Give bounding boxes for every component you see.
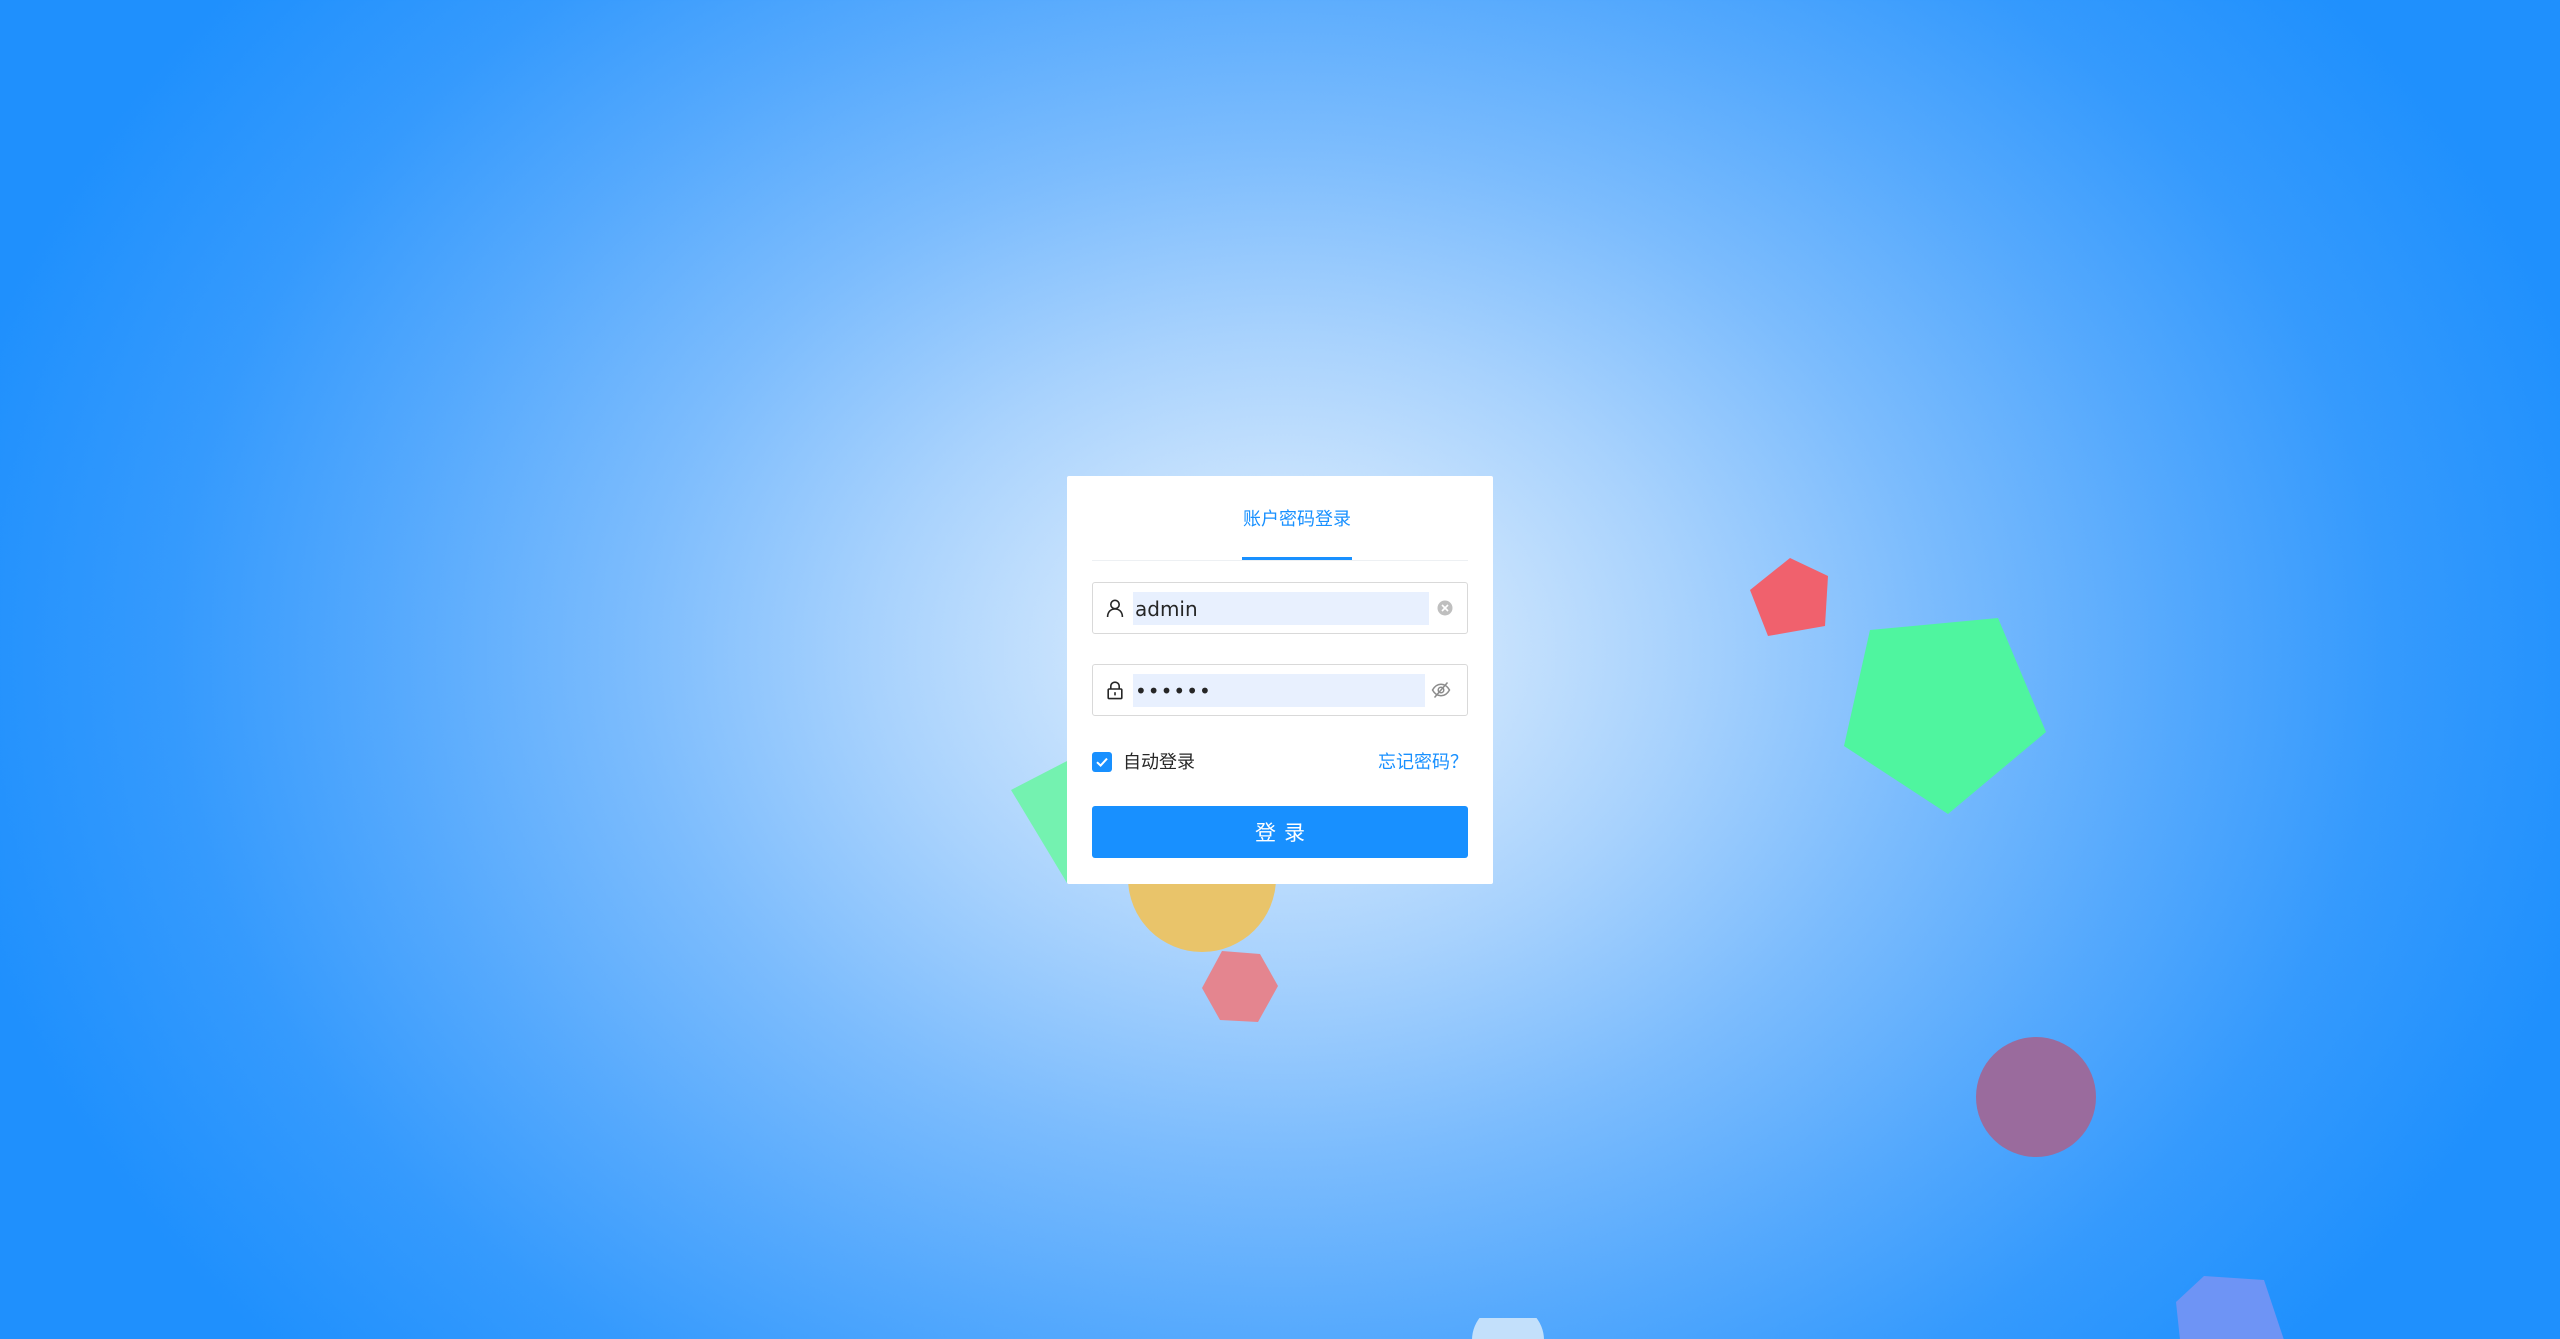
blue-pentagon-shape — [2176, 1276, 2284, 1339]
auto-login-checkbox[interactable] — [1092, 752, 1112, 772]
login-page: { "theme": { "accent": "#1890ff", "input… — [0, 0, 2560, 1339]
pink-hexagon-shape — [1202, 951, 1278, 1022]
eye-invisible-icon[interactable] — [1431, 680, 1451, 700]
password-input[interactable] — [1133, 674, 1425, 707]
clear-circle-icon[interactable] — [1435, 598, 1455, 618]
tab-account-password[interactable]: 账户密码登录 — [1242, 476, 1352, 560]
tab-account-password-label: 账户密码登录 — [1243, 508, 1351, 530]
check-icon — [1096, 757, 1108, 768]
purple-circle-shape — [1976, 1037, 2096, 1157]
red-pentagon-shape — [1750, 558, 1828, 636]
auto-login-label[interactable]: 自动登录 — [1123, 751, 1195, 775]
login-button[interactable]: 登录 — [1092, 806, 1468, 858]
login-tabs: 账户密码登录 — [1092, 476, 1468, 561]
light-circle-shape — [1472, 1318, 1544, 1339]
password-field — [1092, 664, 1468, 716]
login-options: 自动登录 忘记密码？ — [1092, 749, 1468, 777]
login-card: 账户密码登录 自 — [1067, 476, 1493, 884]
lock-icon — [1107, 681, 1123, 700]
username-input[interactable] — [1133, 592, 1429, 625]
username-field — [1092, 582, 1468, 634]
user-icon — [1106, 599, 1124, 618]
green-pentagon-shape — [1844, 618, 2046, 814]
forgot-password-link[interactable]: 忘记密码？ — [1378, 751, 1468, 775]
